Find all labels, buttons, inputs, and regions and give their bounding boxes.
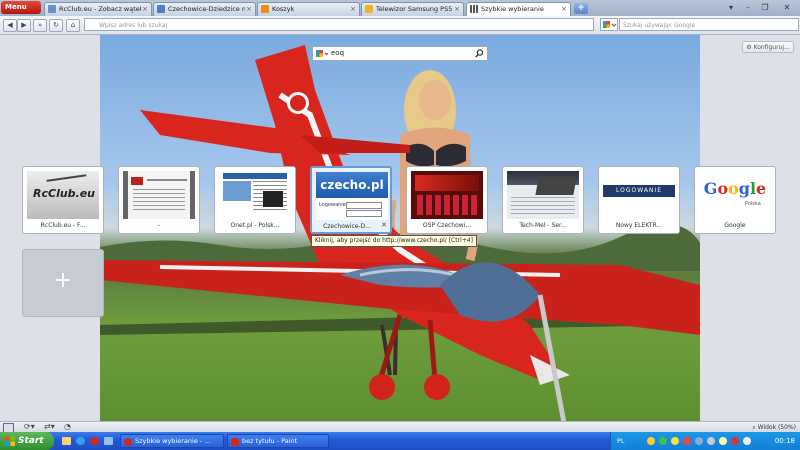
elektr-thumbnail: LOGOWANIE	[603, 171, 675, 219]
cart-favicon-icon	[261, 5, 269, 13]
speed-dial-tile-techmel[interactable]: Tech-Mel - Ser...	[502, 166, 584, 234]
tray-icon[interactable]	[731, 437, 739, 445]
close-tab-icon[interactable]: ×	[561, 3, 567, 15]
czecho-thumbnail: czecho.pl Logowanie	[316, 172, 388, 220]
reload-icon[interactable]: ↻	[49, 19, 63, 32]
google-g-icon	[316, 50, 329, 57]
back-icon[interactable]: ◀	[3, 19, 17, 32]
czechowice-favicon-icon	[157, 5, 165, 13]
tray-icon[interactable]	[683, 437, 691, 445]
rcclub-favicon-icon	[48, 5, 56, 13]
speed-dial-page: eoq ⚙ Konfiguruj... RcClub.eu RcClub.eu …	[0, 35, 800, 421]
volume-icon[interactable]	[743, 437, 751, 445]
opera-icon	[124, 438, 132, 446]
clock[interactable]: 00:18	[775, 432, 795, 450]
tab-koszyk[interactable]: Koszyk ×	[257, 2, 360, 16]
quicklaunch-opera-icon[interactable]	[90, 437, 99, 445]
onet-thumbnail	[219, 171, 291, 219]
configure-button[interactable]: ⚙ Konfiguruj...	[742, 41, 794, 53]
home-icon[interactable]: ⌂	[66, 19, 80, 32]
tray-icon[interactable]	[671, 437, 679, 445]
tray-icon[interactable]	[659, 437, 667, 445]
minimize-icon[interactable]: –	[742, 2, 754, 13]
restore-icon[interactable]: ❐	[759, 2, 771, 13]
address-bar: ◀ ▶ » ↻ ⌂ Wpisz adres lub szukaj Szukaj …	[0, 16, 800, 35]
tooltip: Kliknij, aby przejść do http://www.czech…	[311, 235, 477, 247]
quicklaunch-ie-icon[interactable]	[76, 437, 85, 445]
search-engine-selector[interactable]	[600, 18, 618, 31]
quicklaunch-desktop-icon[interactable]	[104, 437, 113, 445]
language-indicator[interactable]: PL	[617, 432, 625, 450]
speed-dial-tile-google[interactable]: Google Polska Google	[694, 166, 776, 234]
shop-favicon-icon	[365, 5, 373, 13]
document-thumbnail	[123, 171, 195, 219]
rcclub-thumbnail: RcClub.eu	[27, 171, 99, 219]
share-icon[interactable]: ⇄▾	[44, 422, 55, 432]
tab-speed-dial[interactable]: Szybkie wybieranie ×	[466, 2, 571, 16]
taskbar: Start Szybkie wybieranie - ... bez tytuł…	[0, 432, 800, 450]
tray-icon[interactable]	[647, 437, 655, 445]
tab-rcclub[interactable]: RcClub.eu - Zobacz wątek ×	[44, 2, 152, 16]
speed-dial-search-text: eoq	[331, 49, 345, 57]
quicklaunch-explorer-icon[interactable]	[62, 437, 71, 445]
google-g-icon	[603, 21, 617, 28]
tray-icon[interactable]	[707, 437, 715, 445]
start-button[interactable]: Start	[0, 432, 54, 450]
close-tab-icon[interactable]: ×	[246, 3, 252, 15]
speed-dial-tile-osp[interactable]: OSP Czechowi...	[406, 166, 488, 234]
paint-icon	[231, 438, 239, 446]
address-input[interactable]: Wpisz adres lub szukaj	[84, 18, 594, 31]
tab-list-icon[interactable]: ▾	[725, 2, 737, 13]
google-logo: Google	[703, 179, 767, 198]
close-tab-icon[interactable]: ×	[454, 3, 460, 15]
speed-dial-tile-onet[interactable]: Onet.pl - Polsk...	[214, 166, 296, 234]
tray-icon[interactable]	[719, 437, 727, 445]
close-tile-icon[interactable]: ✕	[381, 221, 387, 229]
osp-thumbnail	[411, 171, 483, 219]
forward-icon[interactable]: ▶	[17, 19, 31, 32]
techmel-thumbnail	[507, 171, 579, 219]
new-tab-button[interactable]: +	[574, 3, 588, 14]
sync-icon[interactable]: ⟳▾	[24, 422, 35, 432]
tray-icon[interactable]	[695, 437, 703, 445]
google-thumbnail: Google Polska	[699, 171, 771, 219]
speed-dial-tile-document[interactable]: -	[118, 166, 200, 234]
speed-dial-tile-rcclub[interactable]: RcClub.eu RcClub.eu - F...	[22, 166, 104, 234]
close-tab-icon[interactable]: ×	[142, 3, 148, 15]
speed-dial-search-box[interactable]: eoq	[312, 46, 488, 61]
taskbar-item-opera[interactable]: Szybkie wybieranie - ...	[120, 434, 224, 448]
turbo-icon[interactable]: ◔	[64, 422, 71, 432]
tab-czechowice[interactable]: Czechowice-Dziedzice m... ×	[153, 2, 256, 16]
fast-forward-icon[interactable]: »	[33, 19, 47, 32]
windows-logo-icon	[5, 436, 15, 446]
close-window-icon[interactable]: ✕	[778, 2, 796, 13]
add-speed-dial-button[interactable]: +	[22, 249, 104, 317]
tab-telewizor[interactable]: Telewizor Samsung PS51... ×	[361, 2, 464, 16]
menu-button[interactable]: Menu	[1, 1, 41, 14]
speed-dial-grid-icon	[470, 5, 478, 13]
web-search-input[interactable]: Szukaj używając Google	[619, 18, 799, 31]
speed-dial-tile-czecho[interactable]: czecho.pl Logowanie Czechowice-D... ✕	[310, 166, 392, 234]
close-tab-icon[interactable]: ×	[350, 3, 356, 15]
taskbar-item-paint[interactable]: bez tytułu - Paint	[227, 434, 329, 448]
speed-dial-tile-elektr[interactable]: LOGOWANIE Nowy ELEKTR...	[598, 166, 680, 234]
tab-bar: Menu RcClub.eu - Zobacz wątek × Czechowi…	[0, 0, 800, 16]
system-tray: PL 00:18	[610, 432, 800, 450]
gear-icon: ⚙	[746, 44, 754, 51]
search-icon[interactable]	[475, 49, 484, 58]
